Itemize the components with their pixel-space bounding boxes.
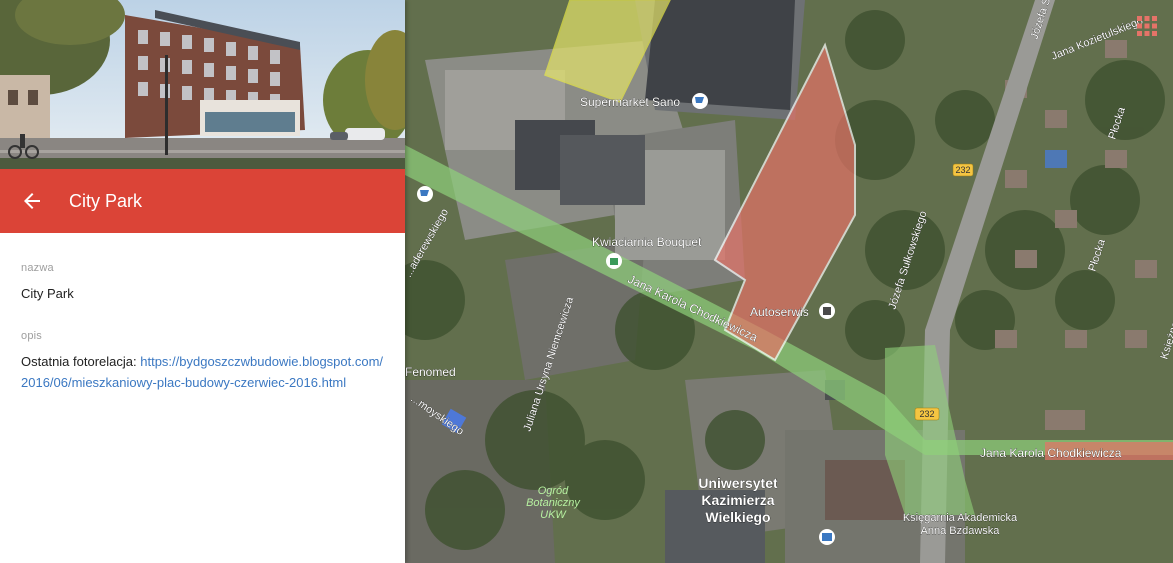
place-photo[interactable] <box>0 0 405 169</box>
apps-grid-icon[interactable] <box>1135 14 1159 38</box>
place-details-panel: City Park nazwa City Park opis Ostatnia … <box>0 0 405 563</box>
map-label-fenomed: Fenomed <box>405 365 456 379</box>
description-text: Ostatnia fotorelacja: <box>21 354 141 369</box>
field-label: nazwa <box>21 262 54 274</box>
map-label-florist: Kwiaciarnia Bouquet <box>592 235 702 249</box>
map-label-supermarket: Supermarket Sano <box>580 95 680 109</box>
map-label-university: Uniwersytet Kazimierza Wielkiego <box>698 475 778 525</box>
panel-title: City Park <box>69 191 143 211</box>
arrow-left-icon[interactable] <box>20 189 44 213</box>
app-root: City Park nazwa City Park opis Ostatnia … <box>0 0 1173 563</box>
details-fields: nazwa City Park opis Ostatnia fotorelacj… <box>21 262 386 419</box>
field-value: City Park <box>21 286 74 301</box>
road-shield-232: 232 <box>919 409 934 419</box>
map-label-autoserwis: Autoserwis <box>750 305 809 319</box>
field-nazwa: nazwa City Park <box>21 262 386 304</box>
field-opis: opis Ostatnia fotorelacja: https://bydgo… <box>21 330 386 393</box>
map-view[interactable]: 232 232 Supermarket Sano Kwiaciarnia Bou… <box>405 0 1173 563</box>
panel-header: City Park <box>0 169 405 233</box>
field-value: Ostatnia fotorelacja: https://bydgoszczw… <box>21 351 386 393</box>
map-label-street-chodkiewicza-east: Jana Karola Chodkiewicza <box>980 446 1122 460</box>
field-label: opis <box>21 330 42 342</box>
road-shield-232: 232 <box>955 165 970 175</box>
